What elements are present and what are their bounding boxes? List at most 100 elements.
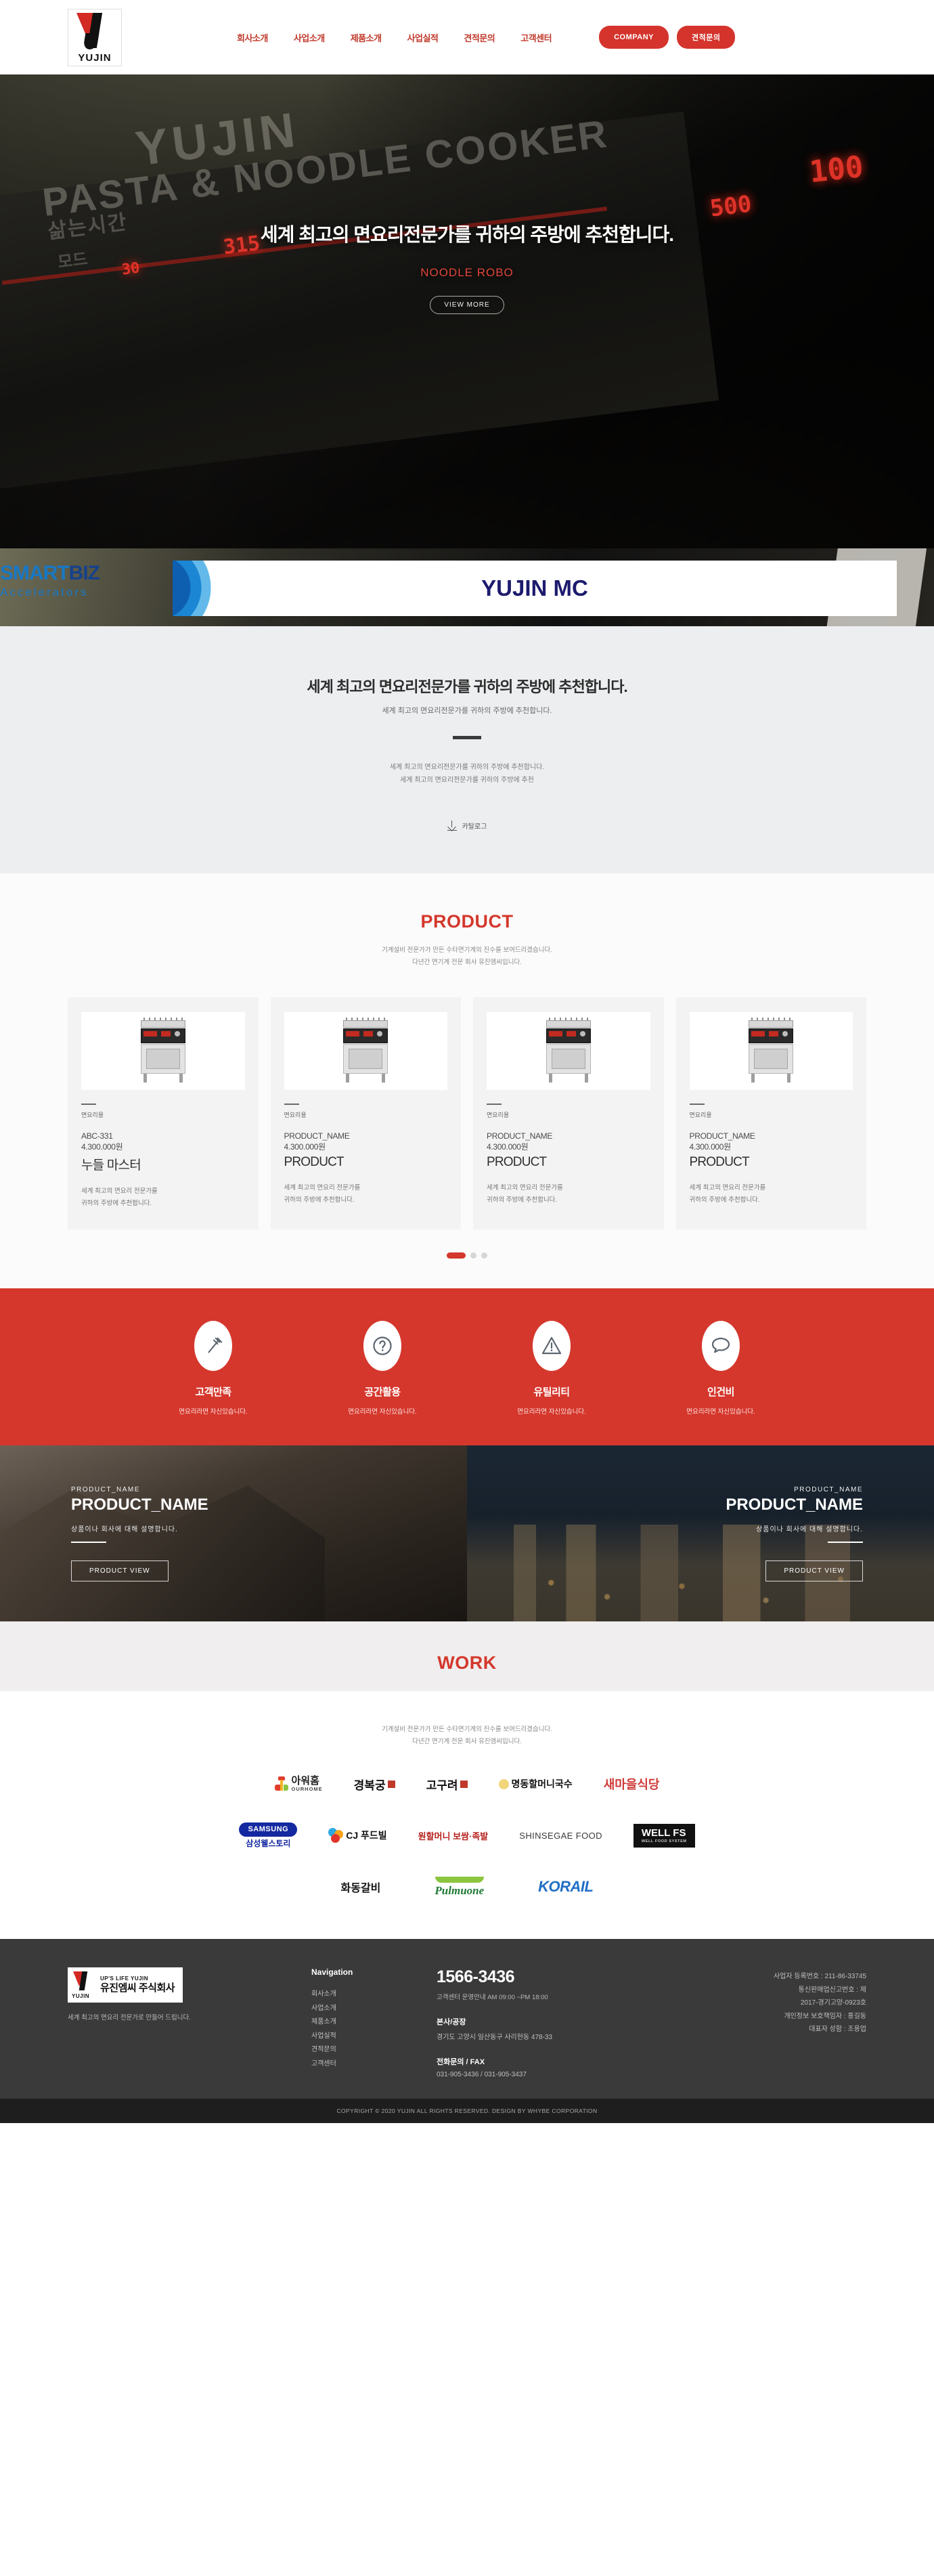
card-divider xyxy=(284,1104,299,1106)
work-sub-line-1: 기계설비 전문가가 만든 수타면기계의 진수를 보여드리겠습니다. xyxy=(382,1726,552,1734)
company-button[interactable]: COMPANY xyxy=(599,26,669,49)
footer-nav-item-company[interactable]: 회사소개 xyxy=(311,1988,437,2002)
hero-view-more-button[interactable]: VIEW MORE xyxy=(430,296,504,314)
product-card[interactable]: 면요리용 PRODUCT_NAME 4.300.000원 PRODUCT 세계 … xyxy=(473,997,664,1230)
client-logo: WELL FS WELL FOOD SYSTEM xyxy=(633,1820,695,1851)
client-logo: 고구려 xyxy=(426,1768,468,1799)
nav-item-company[interactable]: 회사소개 xyxy=(237,31,268,44)
catalog-download-button[interactable]: 카탈로그 xyxy=(447,821,487,831)
intro-divider xyxy=(453,736,481,739)
promo-eyebrow: PRODUCT_NAME xyxy=(794,1485,863,1493)
feature-title: 유틸리티 xyxy=(533,1387,570,1399)
product-sub-line-2: 다년간 면기계 전문 회사 유진엠씨입니다. xyxy=(412,959,522,967)
smartbiz-company-name: YUJIN MC xyxy=(481,575,588,601)
product-desc-line-2: 귀하의 주방에 추천합니다. xyxy=(284,1196,355,1204)
promo-desc: 상품이나 회사에 대해 설명합니다. xyxy=(71,1525,178,1533)
feature-desc: 면요리라면 자신있습니다. xyxy=(179,1408,248,1416)
client-logo: SAMSUNG 삼성웰스토리 xyxy=(239,1820,298,1851)
feature-item: 인건비 면요리라면 자신있습니다. xyxy=(663,1321,778,1416)
footer-nav-item-support[interactable]: 고객센터 xyxy=(311,2057,437,2072)
product-name: PRODUCT xyxy=(284,1155,344,1170)
nav-item-business[interactable]: 사업소개 xyxy=(294,31,325,44)
client-logo: 아워홈 OURHOME xyxy=(274,1768,323,1799)
client-logo-row: 아워홈 OURHOME 경복궁 고구려 명동할머니국수 새마을식당 xyxy=(0,1768,934,1799)
product-category: 면요리용 xyxy=(487,1112,510,1119)
nav-item-products[interactable]: 제품소개 xyxy=(351,31,382,44)
footer-nav-item-products[interactable]: 제품소개 xyxy=(311,2015,437,2030)
client-logo: SHINSEGAE FOOD xyxy=(519,1820,602,1851)
promo-view-button[interactable]: PRODUCT VIEW xyxy=(765,1560,863,1581)
client-logo: 명동할머니국수 xyxy=(498,1768,573,1799)
noodle-machine-icon xyxy=(340,1017,391,1083)
feature-title: 인건비 xyxy=(707,1387,734,1399)
client-logo: CJ 푸드빌 xyxy=(328,1820,387,1851)
question-mark-icon xyxy=(363,1321,401,1372)
product-name: PRODUCT xyxy=(487,1155,547,1170)
product-category: 면요리용 xyxy=(689,1112,712,1119)
footer-navigation: Navigation 회사소개 사업소개 제품소개 사업실적 견적문의 고객센터 xyxy=(311,1967,437,2078)
product-sku: PRODUCT_NAME xyxy=(284,1131,350,1141)
product-card[interactable]: 면요리용 PRODUCT_NAME 4.300.000원 PRODUCT 세계 … xyxy=(270,997,461,1230)
client-sub: OURHOME xyxy=(291,1786,323,1793)
promo-pane-right: PRODUCT_NAME PRODUCT_NAME 상품이나 회사에 대해 설명… xyxy=(467,1445,934,1622)
product-desc-line-1: 세계 최고의 면요리 전문가를 xyxy=(284,1184,361,1192)
client-logo: Pulmuone xyxy=(435,1871,484,1902)
smartbiz-logo: SMARTBIZ Accelerators xyxy=(0,562,100,599)
carousel-dots xyxy=(0,1252,934,1259)
footer-tagline: 세계 최고의 면요리 전문가로 만들어 드립니다. xyxy=(68,2014,191,2022)
footer-nav-item-quote[interactable]: 견적문의 xyxy=(311,2043,437,2057)
nav-item-portfolio[interactable]: 사업실적 xyxy=(407,31,439,44)
intro-paragraph-line-1: 세계 최고의 면요리전문가를 귀하의 주방에 추천합니다. xyxy=(389,764,545,771)
site-logo[interactable]: YUJIN xyxy=(68,8,122,66)
footer-legal-line: 통신판매업신고번호 : 제 xyxy=(798,1986,866,1994)
noodle-machine-icon xyxy=(138,1017,188,1083)
product-price: 4.300.000원 xyxy=(81,1142,123,1152)
footer-logo-wordmark: YUJIN xyxy=(72,1993,90,2000)
intro-subheading: 세계 최고의 면요리전문가를 귀하의 주방에 추천합니다. xyxy=(382,707,552,715)
card-divider xyxy=(487,1104,502,1106)
promo-divider xyxy=(71,1541,106,1543)
quote-button[interactable]: 견적문의 xyxy=(676,26,736,49)
yujin-v-logo-icon: YUJIN xyxy=(72,1971,95,1999)
footer-nav-item-portfolio[interactable]: 사업실적 xyxy=(311,2030,437,2044)
carousel-dot-active[interactable] xyxy=(447,1252,466,1259)
intro-paragraph-line-2: 세계 최고의 면요리전문가를 귀하의 주방에 추천 xyxy=(400,777,534,784)
product-desc-line-1: 세계 최고의 면요리 전문가를 xyxy=(81,1187,158,1196)
footer-fax-label: 전화문의 / FAX xyxy=(437,2058,485,2067)
footer-nav-item-business[interactable]: 사업소개 xyxy=(311,2002,437,2016)
promo-eyebrow: PRODUCT_NAME xyxy=(71,1485,140,1493)
client-logo: 원할머니 보쌈·족발 xyxy=(418,1820,489,1851)
nav-item-support[interactable]: 고객센터 xyxy=(520,31,552,44)
footer-logo[interactable]: YUJIN UP'S LIFE YUJIN 유진엠씨 주식회사 xyxy=(68,1967,183,2003)
product-card[interactable]: 면요리용 PRODUCT_NAME 4.300.000원 PRODUCT 세계 … xyxy=(675,997,866,1230)
product-price: 4.300.000원 xyxy=(284,1142,326,1152)
product-heading: PRODUCT xyxy=(420,911,514,932)
client-name: 경복궁 xyxy=(353,1778,386,1792)
card-divider xyxy=(81,1104,96,1106)
product-price: 4.300.000원 xyxy=(487,1142,529,1152)
product-sub-line-1: 기계설비 전문가가 만든 수타면기계의 진수를 보여드리겠습니다. xyxy=(382,946,552,954)
client-name: SAMSUNG xyxy=(239,1822,298,1837)
product-card[interactable]: 면요리용 ABC-331 4.300.000원 누들 마스터 세계 최고의 면요… xyxy=(68,997,259,1230)
dual-promo-section: PRODUCT_NAME PRODUCT_NAME 상품이나 회사에 대해 설명… xyxy=(0,1445,934,1622)
carousel-dot[interactable] xyxy=(481,1252,487,1259)
smartbiz-company-card: YUJIN MC xyxy=(173,561,897,616)
product-category: 면요리용 xyxy=(284,1112,307,1119)
feature-desc: 면요리라면 자신있습니다. xyxy=(348,1408,417,1416)
footer-nav-heading: Navigation xyxy=(311,1967,353,1978)
client-name: 원할머니 보쌈·족발 xyxy=(418,1831,489,1841)
footer-hq-label: 본사/공장 xyxy=(437,2018,466,2027)
feature-desc: 면요리라면 자신있습니다. xyxy=(686,1408,755,1416)
warning-triangle-icon xyxy=(533,1321,571,1372)
feature-item: 공간활용 면요리라면 자신있습니다. xyxy=(325,1321,440,1416)
footer-legal-line: 사업자 등록번호 : 211-86-33745 xyxy=(773,1973,866,1981)
smartbiz-title-dark: BIZ xyxy=(68,562,100,584)
header-actions: COMPANY 견적문의 xyxy=(599,26,736,49)
product-image xyxy=(487,1012,650,1091)
carousel-dot[interactable] xyxy=(470,1252,476,1259)
promo-view-button[interactable]: PRODUCT VIEW xyxy=(71,1560,169,1581)
feature-title: 공간활용 xyxy=(364,1387,401,1399)
product-category: 면요리용 xyxy=(81,1112,104,1119)
nav-item-quote[interactable]: 견적문의 xyxy=(464,31,495,44)
feature-item: 유틸리티 면요리라면 자신있습니다. xyxy=(494,1321,609,1416)
